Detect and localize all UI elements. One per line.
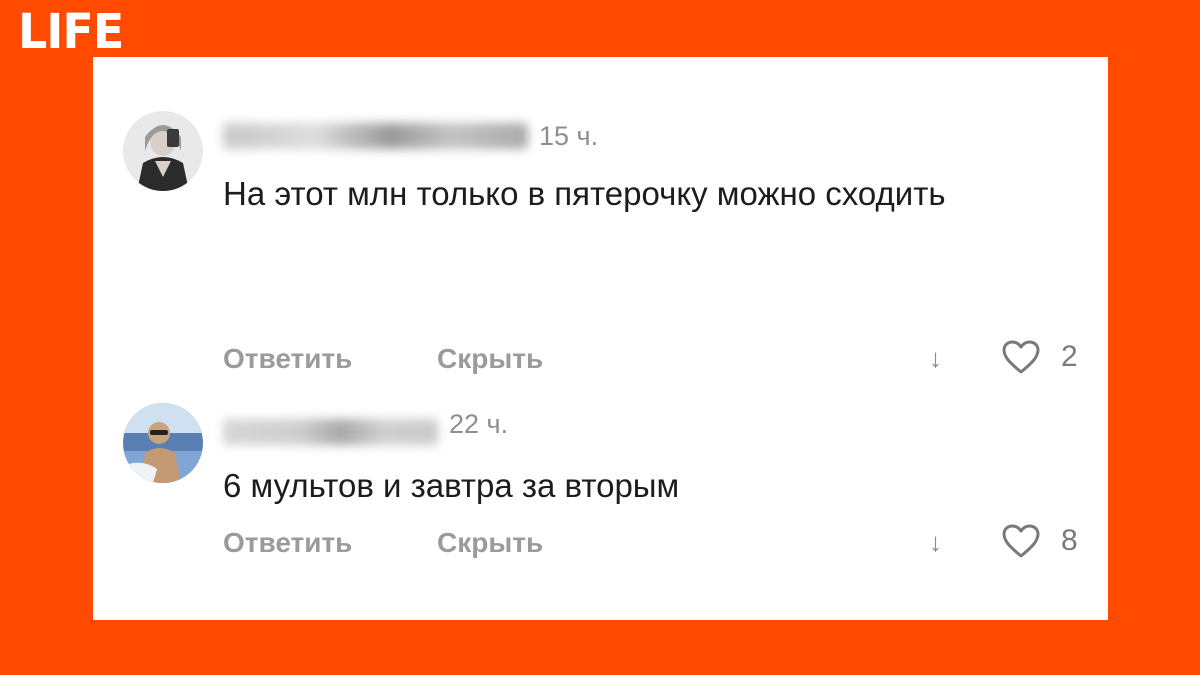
down-arrow-icon[interactable]: ↓ [929,527,942,558]
down-arrow-icon[interactable]: ↓ [929,343,942,374]
user-avatar[interactable] [123,403,203,483]
username-blurred[interactable] [223,419,438,445]
avatar-photo-icon [123,403,203,483]
comment-timestamp: 22 ч. [449,409,509,439]
reply-button[interactable]: Ответить [223,343,352,375]
heart-icon[interactable] [1001,339,1041,375]
comment-text: 6 мультов и завтра за вторым [223,467,680,504]
life-logo: LIFE [18,2,124,60]
comment-text: На этот млн только в пятерочку можно схо… [223,175,946,212]
avatar-photo-icon [123,111,203,191]
like-count: 8 [1061,524,1078,557]
comment-timestamp: 15 ч. [539,121,599,151]
comments-card: 15 ч. На этот млн только в пятерочку мож… [93,57,1108,620]
username-blurred[interactable] [223,123,528,149]
reply-button[interactable]: Ответить [223,527,352,559]
user-avatar[interactable] [123,111,203,191]
hide-button[interactable]: Скрыть [437,343,543,375]
hide-button[interactable]: Скрыть [437,527,543,559]
heart-icon[interactable] [1001,523,1041,559]
like-count: 2 [1061,340,1078,373]
